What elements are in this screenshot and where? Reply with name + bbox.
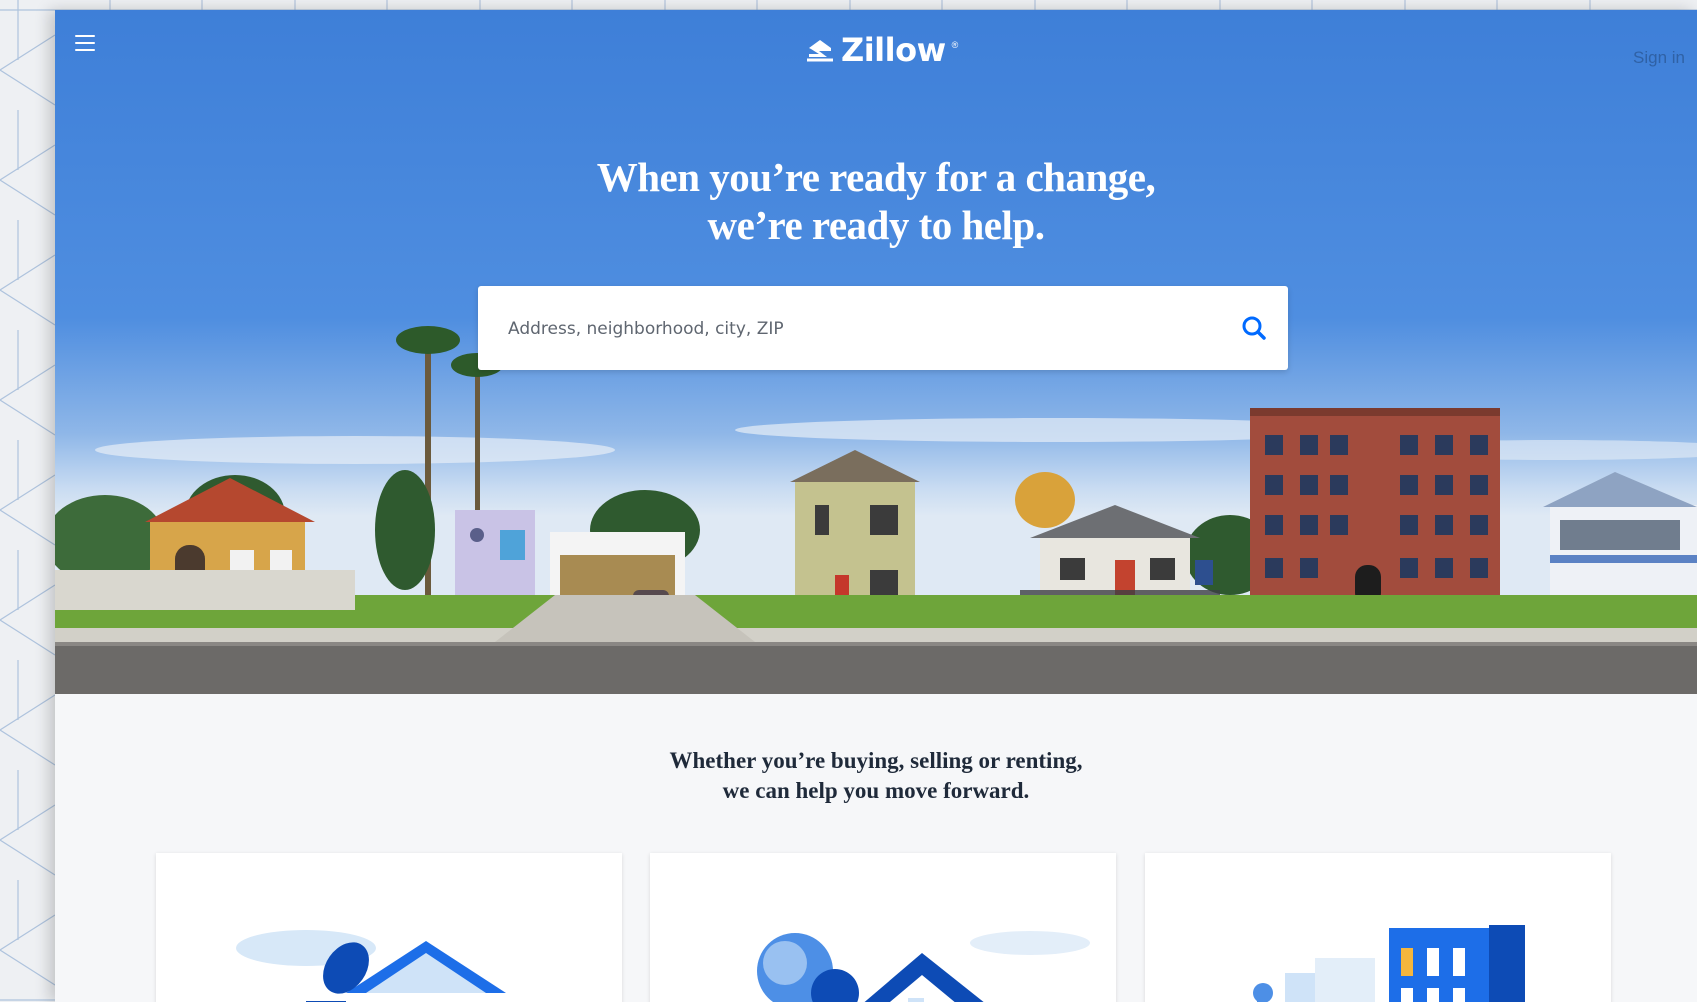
- card-sell[interactable]: [650, 853, 1116, 1002]
- intro-line1: Whether you’re buying, selling or rentin…: [669, 748, 1083, 773]
- buy-house-illustration-icon: [236, 930, 506, 1002]
- zillow-logo[interactable]: Zillow ®: [805, 30, 958, 70]
- hero-headline-line2: we’re ready to help.: [707, 202, 1045, 248]
- search-input[interactable]: [506, 306, 1210, 352]
- registered-mark: ®: [951, 40, 959, 51]
- menu-button[interactable]: [73, 32, 99, 54]
- hamburger-menu-line: [75, 42, 95, 44]
- hero-headline: When you’re ready for a change, we’re re…: [55, 153, 1697, 249]
- card-rent[interactable]: [1145, 853, 1611, 1002]
- sell-house-illustration-icon: [757, 931, 1090, 1002]
- hero-section: Zillow ® Sign in When you’re ready for a…: [55, 10, 1697, 694]
- search-icon[interactable]: [1240, 314, 1268, 342]
- zillow-homepage: Zillow ® Sign in When you’re ready for a…: [55, 10, 1697, 1002]
- card-buy[interactable]: [156, 853, 622, 1002]
- logo-text: Zillow: [841, 31, 946, 69]
- hamburger-menu-line: [75, 49, 95, 51]
- hero-headline-line1: When you’re ready for a change,: [596, 154, 1156, 200]
- sign-in-link[interactable]: Sign in: [1633, 48, 1685, 68]
- hamburger-menu-icon: [75, 35, 95, 37]
- intro-line2: we can help you move forward.: [722, 778, 1030, 803]
- rent-building-illustration-icon: [1253, 925, 1525, 1002]
- search-box: [478, 286, 1288, 370]
- intro-text: Whether you’re buying, selling or rentin…: [55, 746, 1697, 806]
- zillow-house-icon: [807, 40, 833, 62]
